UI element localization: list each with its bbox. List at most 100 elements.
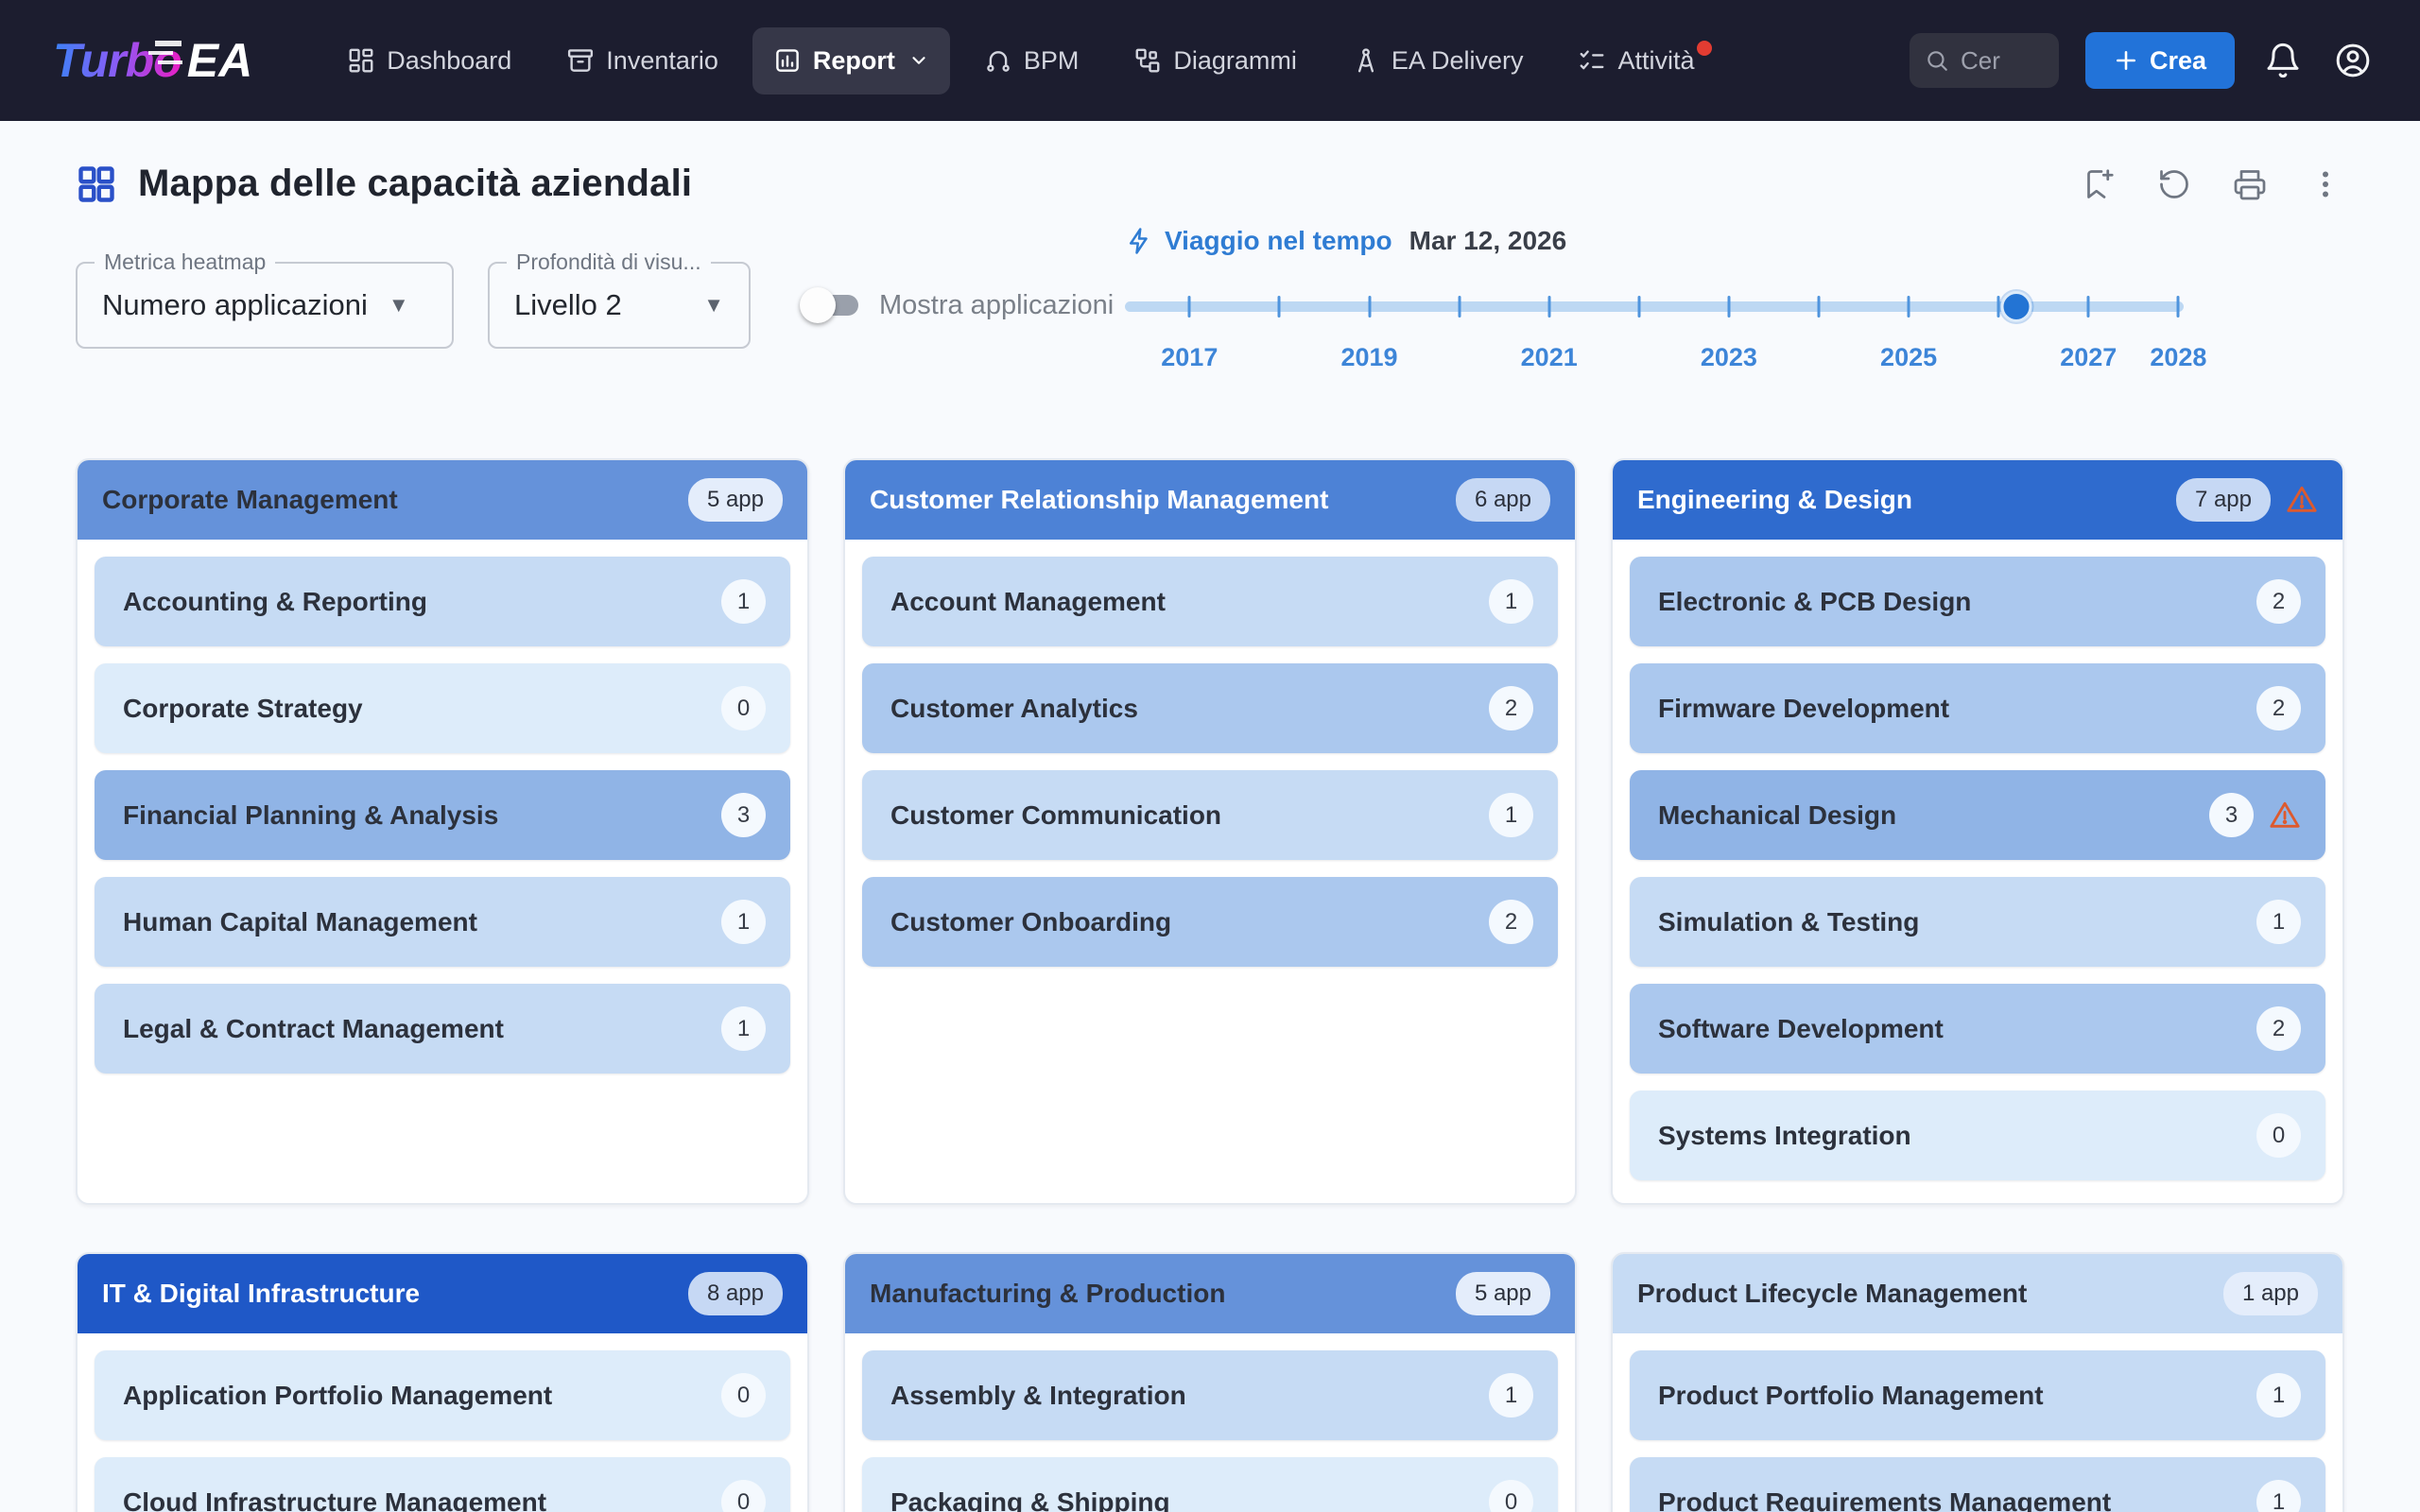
plus-icon bbox=[2114, 48, 2138, 73]
create-button[interactable]: Crea bbox=[2085, 32, 2235, 89]
capability-count-badge: 2 bbox=[1489, 686, 1533, 730]
report-icon bbox=[773, 46, 802, 75]
slider-tick-2025 bbox=[1908, 296, 1910, 318]
capability-row[interactable]: Software Development 2 bbox=[1630, 984, 2325, 1074]
brand-logo[interactable]: Turbo EA bbox=[53, 33, 252, 88]
view-depth-select[interactable]: Profondità di visu... Livello 2 ▼ bbox=[488, 262, 751, 349]
capability-row[interactable]: Application Portfolio Management 0 bbox=[95, 1350, 790, 1440]
capability-row[interactable]: Financial Planning & Analysis 3 bbox=[95, 770, 790, 860]
show-applications-toggle[interactable]: Mostra applicazioni bbox=[804, 290, 1114, 321]
capability-card-header[interactable]: IT & Digital Infrastructure 8 app bbox=[78, 1254, 807, 1333]
capability-card-body: Account Management 1 Customer Analytics … bbox=[845, 540, 1575, 989]
capability-row[interactable]: Accounting & Reporting 1 bbox=[95, 557, 790, 646]
capability-row[interactable]: Firmware Development 2 bbox=[1630, 663, 2325, 753]
capability-row[interactable]: Human Capital Management 1 bbox=[95, 877, 790, 967]
slider-tick-2020 bbox=[1458, 296, 1461, 318]
slider-year-label: 2023 bbox=[1701, 343, 1757, 372]
capability-card-header[interactable]: Corporate Management 5 app bbox=[78, 460, 807, 540]
capability-row[interactable]: Customer Analytics 2 bbox=[862, 663, 1558, 753]
capability-card-header[interactable]: Engineering & Design 7 app bbox=[1613, 460, 2342, 540]
chevron-down-icon: ▼ bbox=[389, 293, 409, 318]
capability-card-title: Customer Relationship Management bbox=[870, 485, 1456, 515]
capability-count-badge: 2 bbox=[2256, 1006, 2301, 1051]
capability-row[interactable]: Packaging & Shipping 0 bbox=[862, 1457, 1558, 1512]
capability-map-icon bbox=[76, 163, 117, 205]
capability-card: Engineering & Design 7 app Electronic & … bbox=[1611, 458, 2344, 1205]
capability-row-name: Product Requirements Management bbox=[1658, 1487, 2256, 1512]
print-button[interactable] bbox=[2231, 165, 2269, 203]
nav-item-inventario[interactable]: Inventario bbox=[545, 27, 739, 94]
search-input[interactable] bbox=[1961, 46, 2036, 76]
capability-count-badge: 1 bbox=[2256, 900, 2301, 944]
bookmark-plus-icon bbox=[2082, 167, 2116, 201]
warning-icon bbox=[2269, 799, 2301, 832]
time-travel-date: Mar 12, 2026 bbox=[1409, 226, 1567, 256]
capability-card-header[interactable]: Product Lifecycle Management 1 app bbox=[1613, 1254, 2342, 1333]
capability-row[interactable]: Cloud Infrastructure Management 0 bbox=[95, 1457, 790, 1512]
capability-card: Manufacturing & Production 5 app Assembl… bbox=[843, 1252, 1577, 1512]
time-slider-track[interactable] bbox=[1125, 290, 2184, 322]
main-nav: Dashboard Inventario Report BPM Diagramm… bbox=[326, 27, 1715, 94]
slider-year-label: 2028 bbox=[2150, 343, 2206, 372]
capability-row[interactable]: Product Portfolio Management 1 bbox=[1630, 1350, 2325, 1440]
bookmark-button[interactable] bbox=[2080, 165, 2118, 203]
nav-item-bpm[interactable]: BPM bbox=[963, 27, 1100, 94]
capability-count-badge: 2 bbox=[2256, 686, 2301, 730]
capability-row[interactable]: Assembly & Integration 1 bbox=[862, 1350, 1558, 1440]
capability-card-header[interactable]: Customer Relationship Management 6 app bbox=[845, 460, 1575, 540]
nav-item-report[interactable]: Report bbox=[752, 27, 950, 94]
slider-thumb[interactable] bbox=[2001, 291, 2032, 322]
app-count-badge: 1 app bbox=[2223, 1272, 2318, 1315]
capability-row[interactable]: Product Requirements Management 1 bbox=[1630, 1457, 2325, 1512]
capability-row[interactable]: Corporate Strategy 0 bbox=[95, 663, 790, 753]
profile-button[interactable] bbox=[2331, 39, 2375, 82]
slider-tick-2028 bbox=[2177, 296, 2180, 318]
app-count-badge: 5 app bbox=[688, 478, 783, 522]
capability-row[interactable]: Simulation & Testing 1 bbox=[1630, 877, 2325, 967]
nav-item-diagrammi[interactable]: Diagrammi bbox=[1113, 27, 1318, 94]
filters: Metrica heatmap Numero applicazioni ▼ Pr… bbox=[76, 262, 1114, 349]
capability-row-name: Account Management bbox=[890, 587, 1489, 617]
time-travel-label[interactable]: Viaggio nel tempo bbox=[1165, 226, 1392, 256]
capability-row-name: Product Portfolio Management bbox=[1658, 1381, 2256, 1411]
capability-card-title: Manufacturing & Production bbox=[870, 1279, 1456, 1309]
capability-count-badge: 2 bbox=[1489, 900, 1533, 944]
top-navbar: Turbo EA Dashboard Inventario Report BPM… bbox=[0, 0, 2420, 121]
capability-row-name: Simulation & Testing bbox=[1658, 907, 2256, 937]
app-count-badge: 5 app bbox=[1456, 1272, 1550, 1315]
notifications-button[interactable] bbox=[2261, 39, 2305, 82]
slider-tick-2027 bbox=[2087, 296, 2090, 318]
capability-row-name: Firmware Development bbox=[1658, 694, 2256, 724]
capability-row-name: Human Capital Management bbox=[123, 907, 721, 937]
nav-item-label: BPM bbox=[1024, 46, 1080, 76]
dashboard-icon bbox=[347, 46, 375, 75]
refresh-button[interactable] bbox=[2155, 165, 2193, 203]
nav-item-label: Report bbox=[813, 46, 895, 76]
capability-card-header[interactable]: Manufacturing & Production 5 app bbox=[845, 1254, 1575, 1333]
capability-row[interactable]: Account Management 1 bbox=[862, 557, 1558, 646]
nav-item-ea-delivery[interactable]: EA Delivery bbox=[1331, 27, 1545, 94]
capability-row[interactable]: Systems Integration 0 bbox=[1630, 1091, 2325, 1180]
capability-card-body: Assembly & Integration 1 Packaging & Shi… bbox=[845, 1333, 1575, 1512]
slider-year-label: 2017 bbox=[1161, 343, 1218, 372]
more-options-button[interactable] bbox=[2307, 165, 2344, 203]
capability-row[interactable]: Electronic & PCB Design 2 bbox=[1630, 557, 2325, 646]
slider-tick-2022 bbox=[1637, 296, 1640, 318]
time-slider-year-labels: 2017201920212023202520272028 bbox=[1125, 343, 2184, 375]
heatmap-metric-select[interactable]: Metrica heatmap Numero applicazioni ▼ bbox=[76, 262, 454, 349]
heatmap-metric-label: Metrica heatmap bbox=[95, 249, 275, 275]
capability-count-badge: 2 bbox=[2256, 579, 2301, 624]
toggle-switch[interactable] bbox=[804, 293, 862, 318]
capability-row[interactable]: Mechanical Design 3 bbox=[1630, 770, 2325, 860]
capability-card-title: Product Lifecycle Management bbox=[1637, 1279, 2223, 1309]
capability-row[interactable]: Legal & Contract Management 1 bbox=[95, 984, 790, 1074]
capability-row[interactable]: Customer Communication 1 bbox=[862, 770, 1558, 860]
nav-item-dashboard[interactable]: Dashboard bbox=[326, 27, 532, 94]
capability-row-name: Customer Analytics bbox=[890, 694, 1489, 724]
search-box[interactable] bbox=[1910, 33, 2059, 88]
capability-count-badge: 1 bbox=[721, 900, 766, 944]
diagrams-icon bbox=[1133, 46, 1162, 75]
refresh-icon bbox=[2157, 167, 2191, 201]
nav-item-attività[interactable]: Attività bbox=[1557, 27, 1715, 94]
capability-row[interactable]: Customer Onboarding 2 bbox=[862, 877, 1558, 967]
